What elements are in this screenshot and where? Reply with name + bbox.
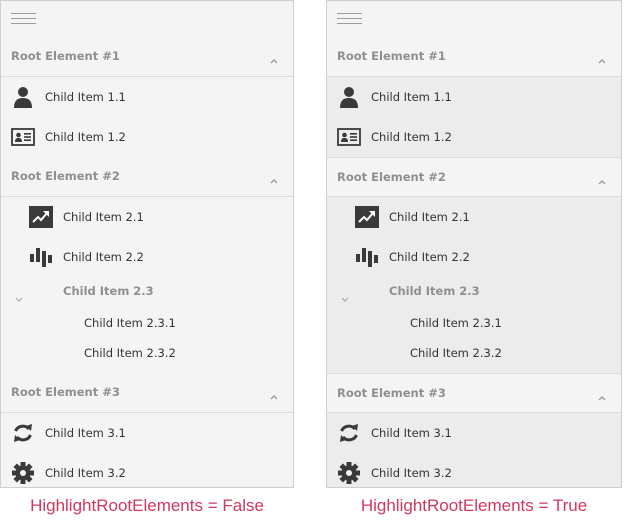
child-item-label: Child Item 3.1: [45, 426, 126, 440]
root-element-children: Child Item 2.1 Child Item 2.2 Child Item 2…: [327, 197, 621, 373]
caption-highlight-true: HighlightRootElements = True: [360, 496, 588, 515]
root-element-children: Child Item 2.1 Child Item 2.2 Child Item 2…: [1, 197, 293, 373]
child-item-label: Child Item 2.2: [63, 250, 144, 264]
root-element-label: Root Element #2: [11, 169, 120, 183]
root-element-children: Child Item 3.1 Child Item 3.2: [1, 413, 293, 487]
child-group-label: Child Item 2.3: [63, 284, 154, 298]
caption-highlight-false: HighlightRootElements = False: [30, 496, 264, 515]
accordion-panel-highlight-false: Root Element #1 Child Item 1.1 Child Item …: [0, 0, 294, 488]
candlestick-icon: [29, 246, 53, 268]
child-item-label: Child Item 1.1: [371, 90, 452, 104]
root-element-label: Root Element #1: [11, 49, 120, 63]
user-icon: [337, 86, 361, 108]
root-element-header[interactable]: Root Element #3: [327, 373, 621, 413]
chevron-down-icon[interactable]: [15, 288, 23, 302]
child-item-label: Child Item 3.2: [45, 466, 126, 480]
child-item-label: Child Item 3.1: [371, 426, 452, 440]
child-item[interactable]: Child Item 3.2: [1, 453, 293, 487]
child-item[interactable]: Child Item 2.2: [1, 237, 293, 277]
child-item[interactable]: Child Item 2.3.2: [1, 339, 293, 369]
root-element-children: Child Item 3.1 Child Item 3.2: [327, 413, 621, 487]
child-item[interactable]: Child Item 1.2: [327, 117, 621, 157]
child-item[interactable]: Child Item 2.1: [1, 197, 293, 237]
refresh-icon: [11, 422, 35, 444]
child-item[interactable]: Child Item 3.2: [327, 453, 621, 487]
child-item[interactable]: Child Item 2.3.1: [1, 309, 293, 339]
child-group-header[interactable]: Child Item 2.3: [1, 277, 293, 309]
chevron-up-icon[interactable]: [597, 171, 607, 185]
hamburger-menu-icon[interactable]: [11, 13, 36, 25]
child-item[interactable]: Child Item 3.1: [327, 413, 621, 453]
root-element-header[interactable]: Root Element #1: [327, 37, 621, 77]
root-element-label: Root Element #1: [337, 49, 446, 63]
child-item[interactable]: Child Item 2.3.1: [327, 309, 621, 339]
child-item-label: Child Item 2.3.1: [410, 316, 502, 330]
trending-up-icon: [29, 206, 53, 228]
hamburger-menu-icon[interactable]: [337, 13, 362, 25]
child-item-label: Child Item 2.2: [389, 250, 470, 264]
child-group-label: Child Item 2.3: [389, 284, 480, 298]
child-group-header[interactable]: Child Item 2.3: [327, 277, 621, 309]
root-element-label: Root Element #3: [11, 385, 120, 399]
accordion-panel-highlight-true: Root Element #1 Child Item 1.1 Child Item …: [326, 0, 622, 488]
root-element-children: Child Item 1.1 Child Item 1.2: [1, 77, 293, 157]
root-element-children: Child Item 1.1 Child Item 1.2: [327, 77, 621, 157]
chevron-up-icon[interactable]: [269, 50, 279, 64]
user-icon: [11, 86, 35, 108]
root-element-header[interactable]: Root Element #2: [327, 157, 621, 197]
accordion-tree: Root Element #1 Child Item 1.1 Child Item …: [1, 37, 293, 487]
root-element-header[interactable]: Root Element #2: [1, 157, 293, 197]
child-item-label: Child Item 2.3.2: [84, 346, 176, 360]
accordion-tree: Root Element #1 Child Item 1.1 Child Item …: [327, 37, 621, 487]
chevron-up-icon[interactable]: [597, 50, 607, 64]
chevron-up-icon[interactable]: [269, 386, 279, 400]
child-item[interactable]: Child Item 1.2: [1, 117, 293, 157]
chevron-down-icon[interactable]: [341, 288, 349, 302]
chevron-up-icon[interactable]: [597, 387, 607, 401]
root-element-label: Root Element #3: [337, 386, 446, 400]
candlestick-icon: [355, 246, 379, 268]
child-item[interactable]: Child Item 3.1: [1, 413, 293, 453]
trending-up-icon: [355, 206, 379, 228]
child-item[interactable]: Child Item 2.3.2: [327, 339, 621, 369]
child-item-label: Child Item 2.3.2: [410, 346, 502, 360]
root-element-header[interactable]: Root Element #1: [1, 37, 293, 77]
root-element-header[interactable]: Root Element #3: [1, 373, 293, 413]
refresh-icon: [337, 422, 361, 444]
gear-icon: [11, 462, 35, 484]
child-item-label: Child Item 2.1: [389, 210, 470, 224]
root-element-label: Root Element #2: [337, 170, 446, 184]
gear-icon: [337, 462, 361, 484]
child-item-label: Child Item 1.2: [371, 130, 452, 144]
child-item-label: Child Item 2.3.1: [84, 316, 176, 330]
child-item[interactable]: Child Item 1.1: [327, 77, 621, 117]
child-item-label: Child Item 1.2: [45, 130, 126, 144]
child-item[interactable]: Child Item 2.1: [327, 197, 621, 237]
child-item[interactable]: Child Item 1.1: [1, 77, 293, 117]
child-item-label: Child Item 1.1: [45, 90, 126, 104]
id-card-icon: [337, 126, 361, 148]
child-item[interactable]: Child Item 2.2: [327, 237, 621, 277]
chevron-up-icon[interactable]: [269, 170, 279, 184]
child-item-label: Child Item 3.2: [371, 466, 452, 480]
child-item-label: Child Item 2.1: [63, 210, 144, 224]
id-card-icon: [11, 126, 35, 148]
